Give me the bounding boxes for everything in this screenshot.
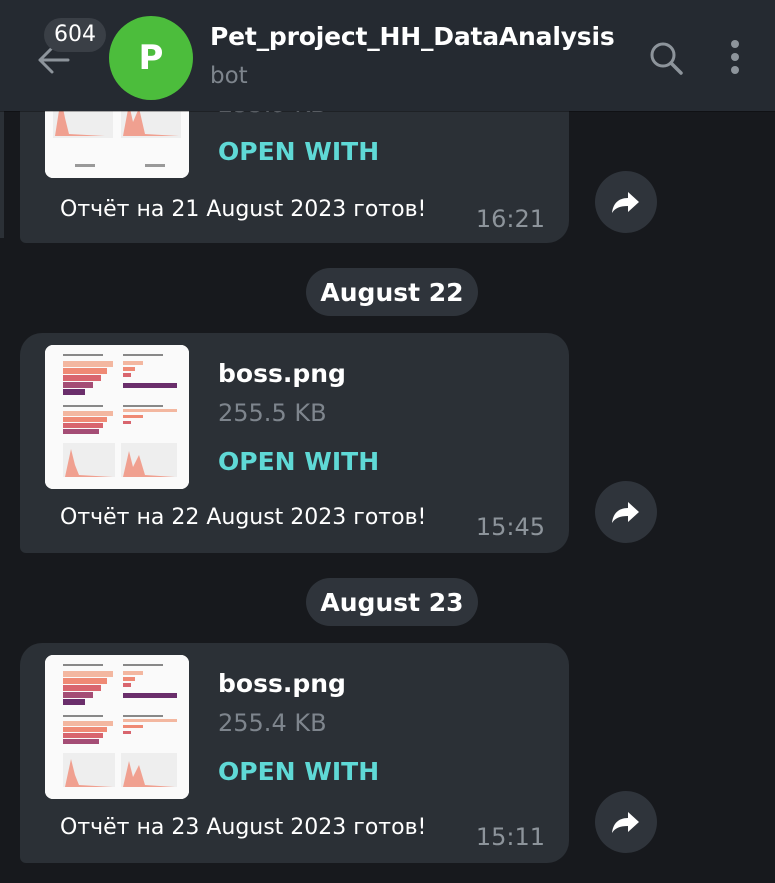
open-with-button[interactable]: OPEN WITH [218, 447, 379, 476]
message-caption: Отчёт на 23 August 2023 готов! [60, 815, 427, 840]
message-time: 15:45 [475, 513, 545, 541]
date-separator: August 22 [306, 268, 478, 316]
open-with-button[interactable]: OPEN WITH [218, 137, 379, 166]
file-name[interactable]: boss.png [218, 359, 346, 388]
message-time: 16:21 [475, 205, 545, 233]
forward-icon [612, 502, 639, 523]
message-caption: Отчёт на 22 August 2023 готов! [60, 505, 427, 530]
forward-button[interactable] [595, 171, 657, 233]
date-separator: August 23 [306, 578, 478, 626]
forward-icon [612, 812, 639, 833]
search-icon [650, 42, 683, 75]
file-size: 255.5 KB [218, 399, 327, 427]
message-bubble[interactable]: boss.png 255.5 KB OPEN WITH Отчёт на 22 … [20, 333, 569, 553]
message-caption: Отчёт на 21 August 2023 готов! [60, 197, 427, 222]
open-with-button[interactable]: OPEN WITH [218, 757, 379, 786]
avatar[interactable]: P [109, 16, 193, 100]
forward-button[interactable] [595, 481, 657, 543]
more-vert-icon [731, 40, 739, 74]
chat-title[interactable]: Pet_project_HH_DataAnalysis [210, 22, 615, 51]
message-time: 15:11 [475, 823, 545, 851]
search-button[interactable] [648, 40, 684, 76]
image-thumbnail[interactable] [45, 655, 189, 799]
file-size: 255.4 KB [218, 709, 327, 737]
forward-icon [612, 192, 639, 213]
image-thumbnail[interactable] [45, 345, 189, 489]
chat-header: 604 P Pet_project_HH_DataAnalysis bot [0, 0, 775, 111]
forward-button[interactable] [595, 791, 657, 853]
chat-subtitle: bot [210, 63, 248, 89]
message-edge [0, 111, 4, 238]
more-options-button[interactable] [722, 38, 748, 78]
unread-count-badge: 604 [44, 18, 106, 52]
file-name[interactable]: boss.png [218, 669, 346, 698]
message-bubble[interactable]: boss.png 255.4 KB OPEN WITH Отчёт на 23 … [20, 643, 569, 863]
